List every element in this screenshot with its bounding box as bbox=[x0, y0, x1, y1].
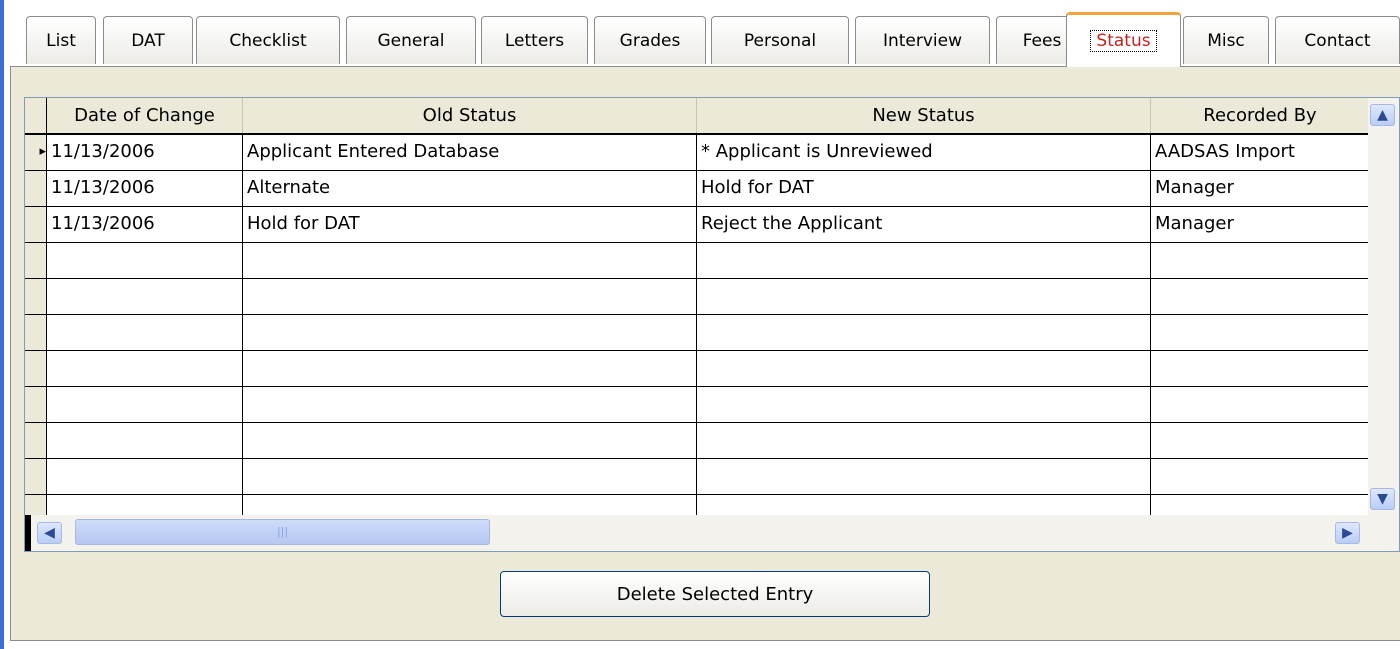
scroll-down-icon[interactable]: ▼ bbox=[1370, 488, 1395, 510]
tab-label: List bbox=[46, 30, 76, 51]
header-recorded-by[interactable]: Recorded By bbox=[1151, 98, 1370, 133]
table-cell[interactable] bbox=[697, 315, 1151, 351]
header-date-of-change[interactable]: Date of Change bbox=[47, 98, 243, 133]
tab-checklist[interactable]: Checklist bbox=[196, 16, 340, 64]
delete-selected-entry-button[interactable]: Delete Selected Entry bbox=[500, 571, 930, 617]
status-history-grid[interactable]: Date of Change Old Status New Status Rec… bbox=[24, 97, 1400, 552]
header-new-status[interactable]: New Status bbox=[697, 98, 1151, 133]
tab-misc[interactable]: Misc bbox=[1183, 16, 1269, 64]
tab-label: DAT bbox=[131, 30, 165, 51]
table-cell[interactable]: Applicant Entered Database bbox=[243, 135, 697, 171]
table-cell[interactable] bbox=[47, 423, 243, 459]
table-cell[interactable] bbox=[1151, 459, 1370, 495]
table-cell[interactable] bbox=[47, 387, 243, 423]
tab-letters[interactable]: Letters bbox=[481, 16, 588, 64]
tab-label: Grades bbox=[619, 30, 681, 51]
table-cell[interactable] bbox=[1151, 387, 1370, 423]
table-cell[interactable] bbox=[1151, 315, 1370, 351]
tab-label: Fees bbox=[1022, 30, 1062, 51]
row-selector[interactable] bbox=[25, 459, 47, 495]
tab-label: Status bbox=[1090, 30, 1157, 52]
table-cell[interactable] bbox=[243, 243, 697, 279]
tab-status[interactable]: Status bbox=[1066, 12, 1181, 67]
row-selector[interactable] bbox=[25, 423, 47, 459]
scroll-up-icon[interactable]: ▲ bbox=[1370, 104, 1395, 126]
tab-interview[interactable]: Interview bbox=[855, 16, 990, 64]
tab-label: Interview bbox=[882, 30, 963, 51]
table-cell[interactable]: Manager bbox=[1151, 207, 1370, 243]
row-selector[interactable]: ▸ bbox=[25, 135, 47, 171]
header-corner bbox=[25, 98, 47, 133]
tab-label: Letters bbox=[504, 30, 565, 51]
table-cell[interactable]: Alternate bbox=[243, 171, 697, 207]
tab-label: Checklist bbox=[229, 30, 307, 51]
table-cell[interactable] bbox=[697, 387, 1151, 423]
table-cell[interactable]: Hold for DAT bbox=[697, 171, 1151, 207]
tab-label: Contact bbox=[1304, 30, 1371, 51]
tab-grades[interactable]: Grades bbox=[594, 16, 706, 64]
tab-label: Personal bbox=[743, 30, 817, 51]
table-cell[interactable] bbox=[1151, 279, 1370, 315]
table-cell[interactable] bbox=[243, 351, 697, 387]
window-edge bbox=[0, 0, 4, 649]
horizontal-scroll-thumb[interactable]: ||| bbox=[75, 519, 490, 545]
table-cell[interactable] bbox=[697, 459, 1151, 495]
table-cell[interactable] bbox=[697, 279, 1151, 315]
table-cell[interactable]: Reject the Applicant bbox=[697, 207, 1151, 243]
header-old-status[interactable]: Old Status bbox=[243, 98, 697, 133]
table-cell[interactable] bbox=[1151, 351, 1370, 387]
table-cell[interactable] bbox=[697, 351, 1151, 387]
row-selector[interactable] bbox=[25, 351, 47, 387]
table-cell[interactable] bbox=[47, 279, 243, 315]
table-cell[interactable]: AADSAS Import bbox=[1151, 135, 1370, 171]
table-cell[interactable]: 11/13/2006 bbox=[47, 207, 243, 243]
table-cell[interactable] bbox=[243, 423, 697, 459]
tab-strip: List DAT Checklist General Letters Grade… bbox=[26, 12, 1400, 67]
tab-label: General bbox=[377, 30, 445, 51]
table-cell[interactable]: * Applicant is Unreviewed bbox=[697, 135, 1151, 171]
horizontal-scrollbar[interactable]: ◀ ||| ▶ bbox=[25, 515, 1399, 551]
row-selector[interactable] bbox=[25, 315, 47, 351]
tab-contact[interactable]: Contact bbox=[1275, 16, 1400, 64]
scroll-right-icon[interactable]: ▶ bbox=[1335, 522, 1360, 544]
grid-header: Date of Change Old Status New Status Rec… bbox=[25, 98, 1370, 135]
table-cell[interactable] bbox=[47, 351, 243, 387]
row-selector[interactable] bbox=[25, 207, 47, 243]
tab-personal[interactable]: Personal bbox=[711, 16, 849, 64]
row-selector[interactable] bbox=[25, 387, 47, 423]
table-cell[interactable] bbox=[47, 243, 243, 279]
tab-dat[interactable]: DAT bbox=[103, 16, 193, 64]
record-marker bbox=[25, 515, 31, 551]
table-cell[interactable] bbox=[1151, 243, 1370, 279]
table-cell[interactable] bbox=[697, 423, 1151, 459]
table-cell[interactable]: Hold for DAT bbox=[243, 207, 697, 243]
table-cell[interactable] bbox=[697, 243, 1151, 279]
table-cell[interactable] bbox=[47, 459, 243, 495]
tab-list[interactable]: List bbox=[26, 16, 96, 64]
row-selector[interactable] bbox=[25, 279, 47, 315]
table-cell[interactable] bbox=[243, 279, 697, 315]
table-cell[interactable] bbox=[243, 459, 697, 495]
table-cell[interactable]: 11/13/2006 bbox=[47, 135, 243, 171]
row-selector[interactable] bbox=[25, 243, 47, 279]
table-cell[interactable] bbox=[1151, 423, 1370, 459]
table-cell[interactable]: Manager bbox=[1151, 171, 1370, 207]
table-cell[interactable] bbox=[243, 315, 697, 351]
table-cell[interactable] bbox=[47, 315, 243, 351]
scroll-left-icon[interactable]: ◀ bbox=[37, 522, 62, 544]
tab-general[interactable]: General bbox=[346, 16, 476, 64]
row-selector[interactable] bbox=[25, 171, 47, 207]
table-cell[interactable] bbox=[243, 387, 697, 423]
table-cell[interactable]: 11/13/2006 bbox=[47, 171, 243, 207]
tab-label: Misc bbox=[1207, 30, 1245, 51]
vertical-scrollbar[interactable]: ▲ ▼ bbox=[1368, 98, 1399, 515]
